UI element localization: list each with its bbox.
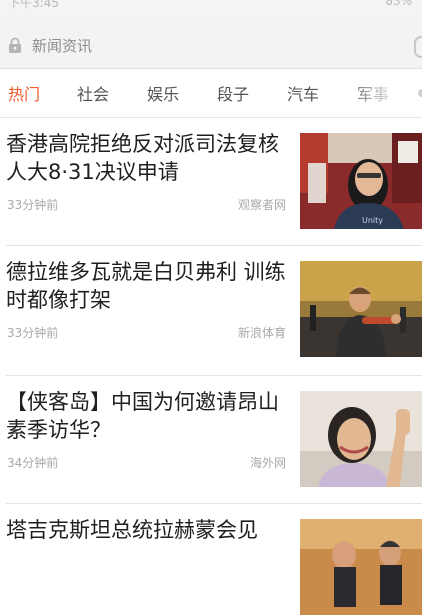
news-source: 海外网 bbox=[249, 456, 286, 470]
news-time: 33分钟前 bbox=[7, 198, 59, 212]
news-source: 观察者网 bbox=[237, 198, 286, 212]
status-bar: 下午3:45 83% bbox=[0, 0, 422, 22]
news-thumbnail[interactable]: Unity bbox=[300, 133, 422, 229]
news-title[interactable]: 塔吉克斯坦总统拉赫蒙会见 bbox=[6, 516, 288, 544]
news-thumbnail[interactable] bbox=[300, 519, 422, 615]
tab-society[interactable]: 社会 bbox=[77, 81, 109, 105]
svg-text:Unity: Unity bbox=[362, 216, 383, 225]
refresh-icon[interactable] bbox=[414, 36, 422, 58]
status-battery: 83% bbox=[385, 0, 412, 8]
news-item[interactable]: 香港高院拒绝反对派司法复核人大8·31决议申请 33分钟前 观察者网 Unity bbox=[0, 118, 422, 244]
news-thumbnail[interactable] bbox=[300, 261, 422, 357]
category-tabs: 热门 社会 娱乐 段子 汽车 军事 bbox=[0, 69, 422, 118]
news-item[interactable]: 【侠客岛】中国为何邀请昂山素季访华？ 34分钟前 海外网 bbox=[0, 376, 422, 502]
tab-hot[interactable]: 热门 bbox=[8, 81, 40, 105]
news-title[interactable]: 【侠客岛】中国为何邀请昂山素季访华？ bbox=[6, 388, 288, 444]
tab-auto[interactable]: 汽车 bbox=[287, 81, 319, 105]
search-input[interactable]: 新闻资讯 bbox=[32, 35, 92, 56]
news-time: 34分钟前 bbox=[7, 456, 59, 470]
news-title[interactable]: 香港高院拒绝反对派司法复核人大8·31决议申请 bbox=[6, 130, 288, 186]
news-item[interactable]: 塔吉克斯坦总统拉赫蒙会见 bbox=[0, 504, 422, 615]
news-time: 33分钟前 bbox=[7, 326, 59, 340]
lock-icon bbox=[8, 37, 22, 53]
news-item[interactable]: 德拉维多瓦就是白贝弗利 训练时都像打架 33分钟前 新浪体育 bbox=[0, 246, 422, 374]
news-title[interactable]: 德拉维多瓦就是白贝弗利 训练时都像打架 bbox=[6, 258, 288, 314]
status-time: 下午3:45 bbox=[8, 0, 59, 10]
news-source: 新浪体育 bbox=[237, 326, 286, 340]
more-tabs-icon[interactable] bbox=[418, 89, 422, 97]
search-bar[interactable]: 新闻资讯 bbox=[0, 22, 422, 69]
tab-jokes[interactable]: 段子 bbox=[217, 81, 249, 105]
tabs-fade-overlay bbox=[342, 69, 422, 117]
news-thumbnail[interactable] bbox=[300, 391, 422, 487]
tab-entertainment[interactable]: 娱乐 bbox=[147, 81, 179, 105]
